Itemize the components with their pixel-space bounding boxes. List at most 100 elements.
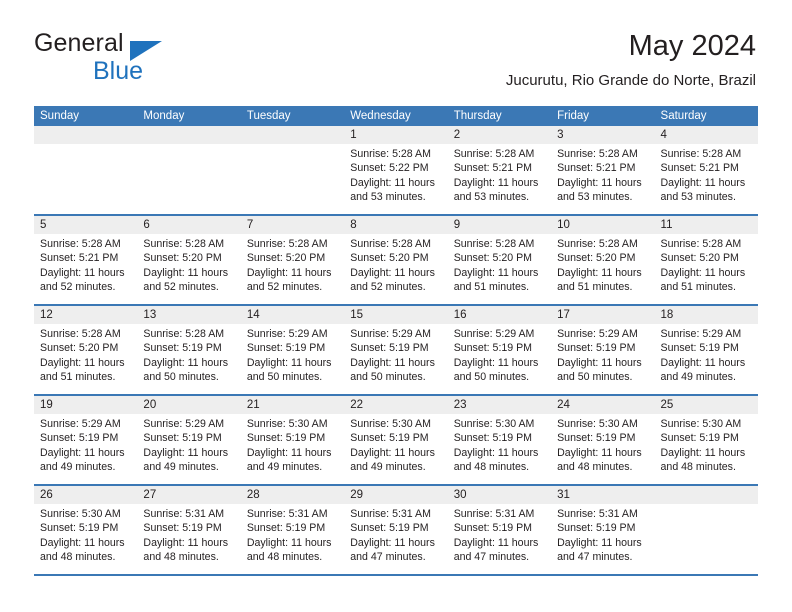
weekday-header-thursday: Thursday: [453, 110, 502, 122]
day-number-20[interactable]: 20: [137, 396, 240, 414]
day-detail-line: Sunrise: 5:28 AM: [350, 148, 431, 160]
day-detail-line: Sunrise: 5:28 AM: [453, 238, 535, 250]
day-number-23[interactable]: 23: [448, 396, 551, 414]
general-blue-logo[interactable]: General Blue: [34, 28, 224, 90]
day-cell-11[interactable]: Sunrise: 5:28 AM Sunset: 5:20 PM Daylight:…: [655, 234, 758, 304]
day-detail-line: Sunrise: 5:28 AM: [40, 328, 121, 340]
day-number-9[interactable]: 9: [448, 216, 551, 234]
day-number-25[interactable]: 25: [655, 396, 758, 414]
day-number-19[interactable]: 19: [34, 396, 137, 414]
day-detail-line: Sunrise: 5:29 AM: [453, 328, 535, 340]
day-cell-22[interactable]: Sunrise: 5:30 AM Sunset: 5:19 PM Daylight:…: [344, 414, 447, 484]
day-detail-line: Sunset: 5:19 PM: [246, 432, 326, 445]
day-number-7[interactable]: 7: [241, 216, 344, 234]
day-number-31[interactable]: 31: [551, 486, 654, 504]
day-detail-line: Daylight: 11 hours: [557, 176, 642, 189]
day-number-13[interactable]: 13: [137, 306, 240, 324]
day-number-16[interactable]: 16: [448, 306, 551, 324]
day-number-29[interactable]: 29: [344, 486, 447, 504]
day-cell-15[interactable]: Sunrise: 5:29 AM Sunset: 5:19 PM Daylight:…: [344, 324, 447, 394]
day-cell-8[interactable]: Sunrise: 5:28 AM Sunset: 5:20 PM Daylight:…: [344, 234, 447, 304]
day-number-24[interactable]: 24: [551, 396, 654, 414]
day-cell-16[interactable]: Sunrise: 5:29 AM Sunset: 5:19 PM Daylight:…: [448, 324, 551, 394]
day-cell-13[interactable]: Sunrise: 5:28 AM Sunset: 5:19 PM Daylight:…: [137, 324, 240, 394]
day-detail-line: Sunset: 5:21 PM: [453, 162, 533, 175]
day-cell-20[interactable]: Sunrise: 5:29 AM Sunset: 5:19 PM Daylight:…: [137, 414, 240, 484]
day-number-28[interactable]: 28: [241, 486, 344, 504]
day-detail-line: Daylight: 11 hours: [453, 266, 539, 279]
day-detail-line: Daylight: 11 hours: [557, 266, 642, 279]
day-cell-10[interactable]: Sunrise: 5:28 AM Sunset: 5:20 PM Daylight:…: [551, 234, 654, 304]
day-cell-6[interactable]: Sunrise: 5:28 AM Sunset: 5:20 PM Daylight:…: [137, 234, 240, 304]
day-cell-30[interactable]: Sunrise: 5:31 AM Sunset: 5:19 PM Daylight:…: [448, 504, 551, 574]
day-detail-line: Sunrise: 5:31 AM: [143, 508, 225, 520]
day-number-8[interactable]: 8: [344, 216, 447, 234]
day-cell-21[interactable]: Sunrise: 5:30 AM Sunset: 5:19 PM Daylight:…: [241, 414, 344, 484]
day-cell-26[interactable]: Sunrise: 5:30 AM Sunset: 5:19 PM Daylight:…: [34, 504, 137, 574]
day-number-15[interactable]: 15: [344, 306, 447, 324]
day-cell-5[interactable]: Sunrise: 5:28 AM Sunset: 5:21 PM Daylight:…: [34, 234, 137, 304]
day-detail-line: Sunrise: 5:31 AM: [453, 508, 535, 520]
day-detail-line: and 49 minutes.: [350, 461, 426, 474]
day-detail-line: Daylight: 11 hours: [660, 176, 746, 189]
day-cell-18[interactable]: Sunrise: 5:29 AM Sunset: 5:19 PM Daylight:…: [655, 324, 758, 394]
day-cell-12[interactable]: Sunrise: 5:28 AM Sunset: 5:20 PM Daylight:…: [34, 324, 137, 394]
day-cell-29[interactable]: Sunrise: 5:31 AM Sunset: 5:19 PM Daylight:…: [344, 504, 447, 574]
day-cell-28[interactable]: Sunrise: 5:31 AM Sunset: 5:19 PM Daylight:…: [241, 504, 344, 574]
day-cell-24[interactable]: Sunrise: 5:30 AM Sunset: 5:19 PM Daylight:…: [551, 414, 654, 484]
day-cell-27[interactable]: Sunrise: 5:31 AM Sunset: 5:19 PM Daylight:…: [137, 504, 240, 574]
day-number-21[interactable]: 21: [241, 396, 344, 414]
day-cell-3[interactable]: Sunrise: 5:28 AM Sunset: 5:21 PM Daylight:…: [551, 144, 654, 214]
day-cell-17[interactable]: Sunrise: 5:29 AM Sunset: 5:19 PM Daylight:…: [551, 324, 654, 394]
day-cell-4[interactable]: Sunrise: 5:28 AM Sunset: 5:21 PM Daylight:…: [655, 144, 758, 214]
day-cell-23[interactable]: Sunrise: 5:30 AM Sunset: 5:19 PM Daylight:…: [448, 414, 551, 484]
day-detail-line: and 49 minutes.: [246, 461, 323, 474]
day-number-empty: [241, 126, 344, 144]
page-header: General Blue May 2024 Jucurutu, Rio Gran…: [34, 28, 756, 98]
day-number-11[interactable]: 11: [655, 216, 758, 234]
day-cell-7[interactable]: Sunrise: 5:28 AM Sunset: 5:20 PM Daylight:…: [241, 234, 344, 304]
day-detail-line: and 51 minutes.: [660, 281, 736, 294]
day-number-26[interactable]: 26: [34, 486, 137, 504]
day-number-27[interactable]: 27: [137, 486, 240, 504]
day-number-empty: [34, 126, 137, 144]
day-number-22[interactable]: 22: [344, 396, 447, 414]
day-number-12[interactable]: 12: [34, 306, 137, 324]
day-number-10[interactable]: 10: [551, 216, 654, 234]
day-cell-31[interactable]: Sunrise: 5:31 AM Sunset: 5:19 PM Daylight:…: [551, 504, 654, 574]
day-cell-2[interactable]: Sunrise: 5:28 AM Sunset: 5:21 PM Daylight:…: [448, 144, 551, 214]
day-detail-line: Sunrise: 5:29 AM: [40, 418, 121, 430]
week-body-row: Sunrise: 5:28 AM Sunset: 5:21 PM Daylight:…: [34, 234, 758, 304]
day-detail-line: Daylight: 11 hours: [453, 176, 539, 189]
day-detail-line: Sunrise: 5:31 AM: [557, 508, 638, 520]
day-cell-14[interactable]: Sunrise: 5:29 AM Sunset: 5:19 PM Daylight:…: [241, 324, 344, 394]
day-detail-line: Sunset: 5:19 PM: [246, 342, 326, 355]
day-number-30[interactable]: 30: [448, 486, 551, 504]
day-number-5[interactable]: 5: [34, 216, 137, 234]
day-number-3[interactable]: 3: [551, 126, 654, 144]
day-cell-19[interactable]: Sunrise: 5:29 AM Sunset: 5:19 PM Daylight:…: [34, 414, 137, 484]
day-detail-line: and 52 minutes.: [246, 281, 323, 294]
day-detail-line: and 51 minutes.: [453, 281, 530, 294]
day-cell-9[interactable]: Sunrise: 5:28 AM Sunset: 5:20 PM Daylight:…: [448, 234, 551, 304]
week-body-row: Sunrise: 5:28 AM Sunset: 5:20 PM Daylight:…: [34, 324, 758, 394]
day-detail-line: Daylight: 11 hours: [40, 536, 125, 549]
day-detail-line: Daylight: 11 hours: [453, 356, 539, 369]
day-number-17[interactable]: 17: [551, 306, 654, 324]
day-detail-line: Daylight: 11 hours: [246, 356, 332, 369]
day-number-2[interactable]: 2: [448, 126, 551, 144]
day-number-18[interactable]: 18: [655, 306, 758, 324]
day-number-6[interactable]: 6: [137, 216, 240, 234]
day-cell-1[interactable]: Sunrise: 5:28 AM Sunset: 5:22 PM Daylight:…: [344, 144, 447, 214]
day-cell-25[interactable]: Sunrise: 5:30 AM Sunset: 5:19 PM Daylight:…: [655, 414, 758, 484]
day-detail-line: Sunset: 5:19 PM: [557, 432, 636, 445]
day-number-1[interactable]: 1: [344, 126, 447, 144]
day-detail-line: Sunset: 5:19 PM: [453, 432, 533, 445]
day-detail-line: and 48 minutes.: [557, 461, 633, 474]
day-detail-line: Sunset: 5:21 PM: [40, 252, 119, 265]
day-detail-line: Daylight: 11 hours: [40, 446, 125, 459]
day-detail-line: and 50 minutes.: [143, 371, 219, 384]
day-number-4[interactable]: 4: [655, 126, 758, 144]
day-detail-line: Sunset: 5:21 PM: [660, 162, 739, 175]
day-number-14[interactable]: 14: [241, 306, 344, 324]
